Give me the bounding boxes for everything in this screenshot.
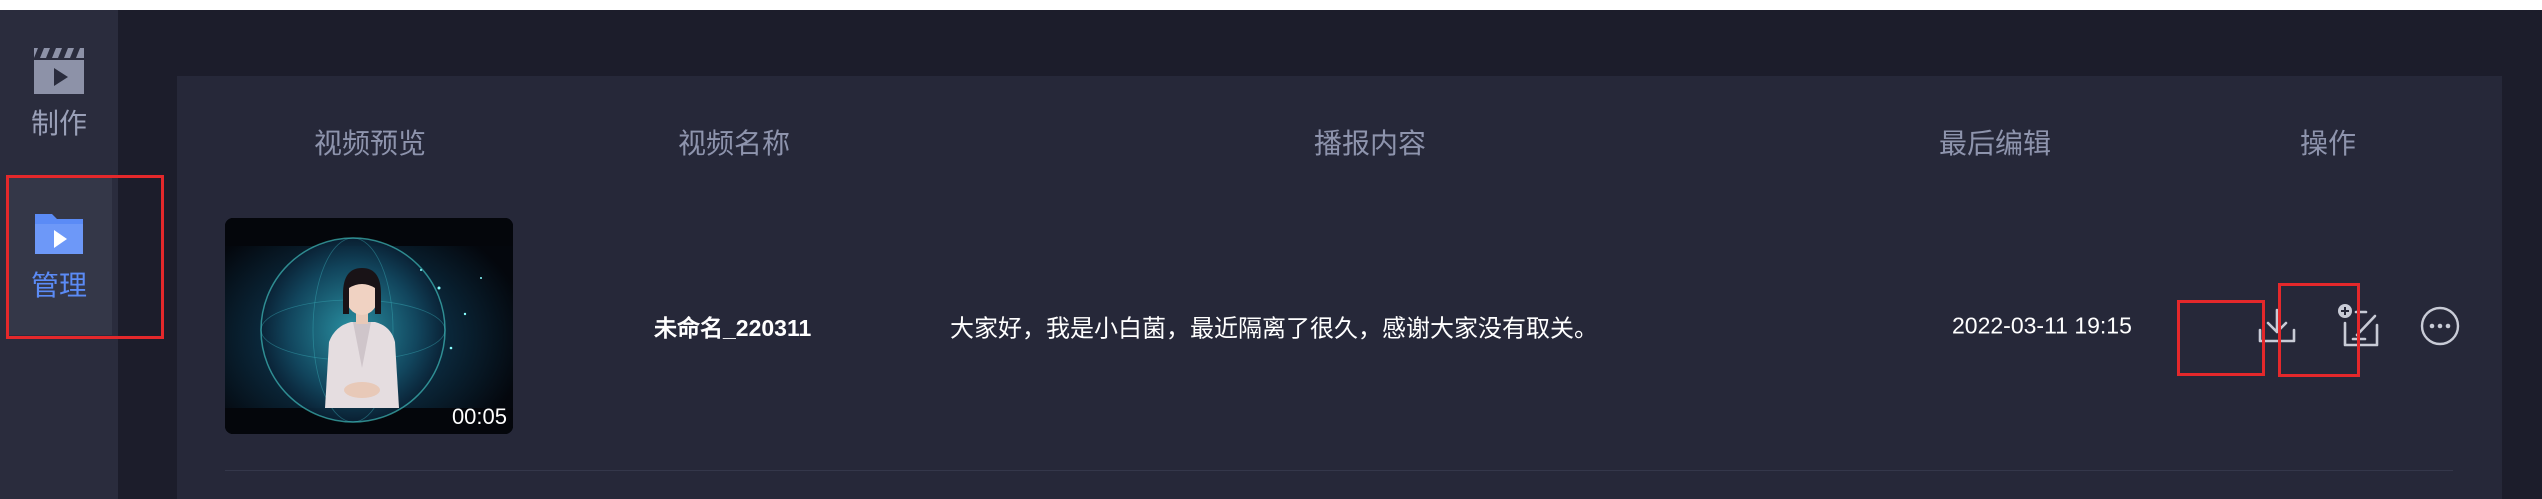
more-icon xyxy=(2420,306,2460,346)
video-name: 未命名_220311 xyxy=(654,315,812,341)
add-edit-icon xyxy=(2338,304,2379,347)
more-button[interactable] xyxy=(2419,305,2461,347)
column-header-last-edited: 最后编辑 xyxy=(1938,128,2052,159)
column-header-content: 播报内容 xyxy=(1313,128,1427,159)
sidebar-item-make[interactable]: 制作 xyxy=(6,44,112,142)
column-header-preview: 视频预览 xyxy=(313,128,427,159)
sidebar: 制作 管理 xyxy=(0,10,118,499)
video-thumbnail[interactable]: 00:05 xyxy=(225,218,513,434)
video-list-panel: 视频预览 视频名称 播报内容 最后编辑 操作 00:05 未命名_220311 … xyxy=(177,76,2502,499)
download-icon xyxy=(2258,308,2296,343)
edit-button[interactable] xyxy=(2335,301,2385,351)
folder-play-icon xyxy=(35,214,83,254)
sidebar-item-manage[interactable]: 管理 xyxy=(6,175,112,335)
top-strip xyxy=(0,0,2542,10)
column-header-actions: 操作 xyxy=(2299,128,2357,159)
video-script-content: 大家好，我是小白菌，最近隔离了很久，感谢大家没有取关。 xyxy=(950,315,1598,343)
video-duration: 00:05 xyxy=(451,404,507,429)
sidebar-item-label: 制作 xyxy=(30,108,87,139)
table-row: 00:05 未命名_220311 大家好，我是小白菌，最近隔离了很久，感谢大家没… xyxy=(225,218,2460,471)
column-header-name: 视频名称 xyxy=(677,128,791,159)
download-button[interactable] xyxy=(2255,304,2299,348)
video-preview-image xyxy=(225,218,513,434)
clapperboard-video-icon xyxy=(34,48,84,94)
last-edited-time: 2022-03-11 19:15 xyxy=(1952,312,2132,339)
app-window: 制作 管理 视频预览 视频名称 播报内容 最后编辑 操作 00:05 未命名_2… xyxy=(0,10,2542,499)
sidebar-item-label: 管理 xyxy=(30,270,87,301)
